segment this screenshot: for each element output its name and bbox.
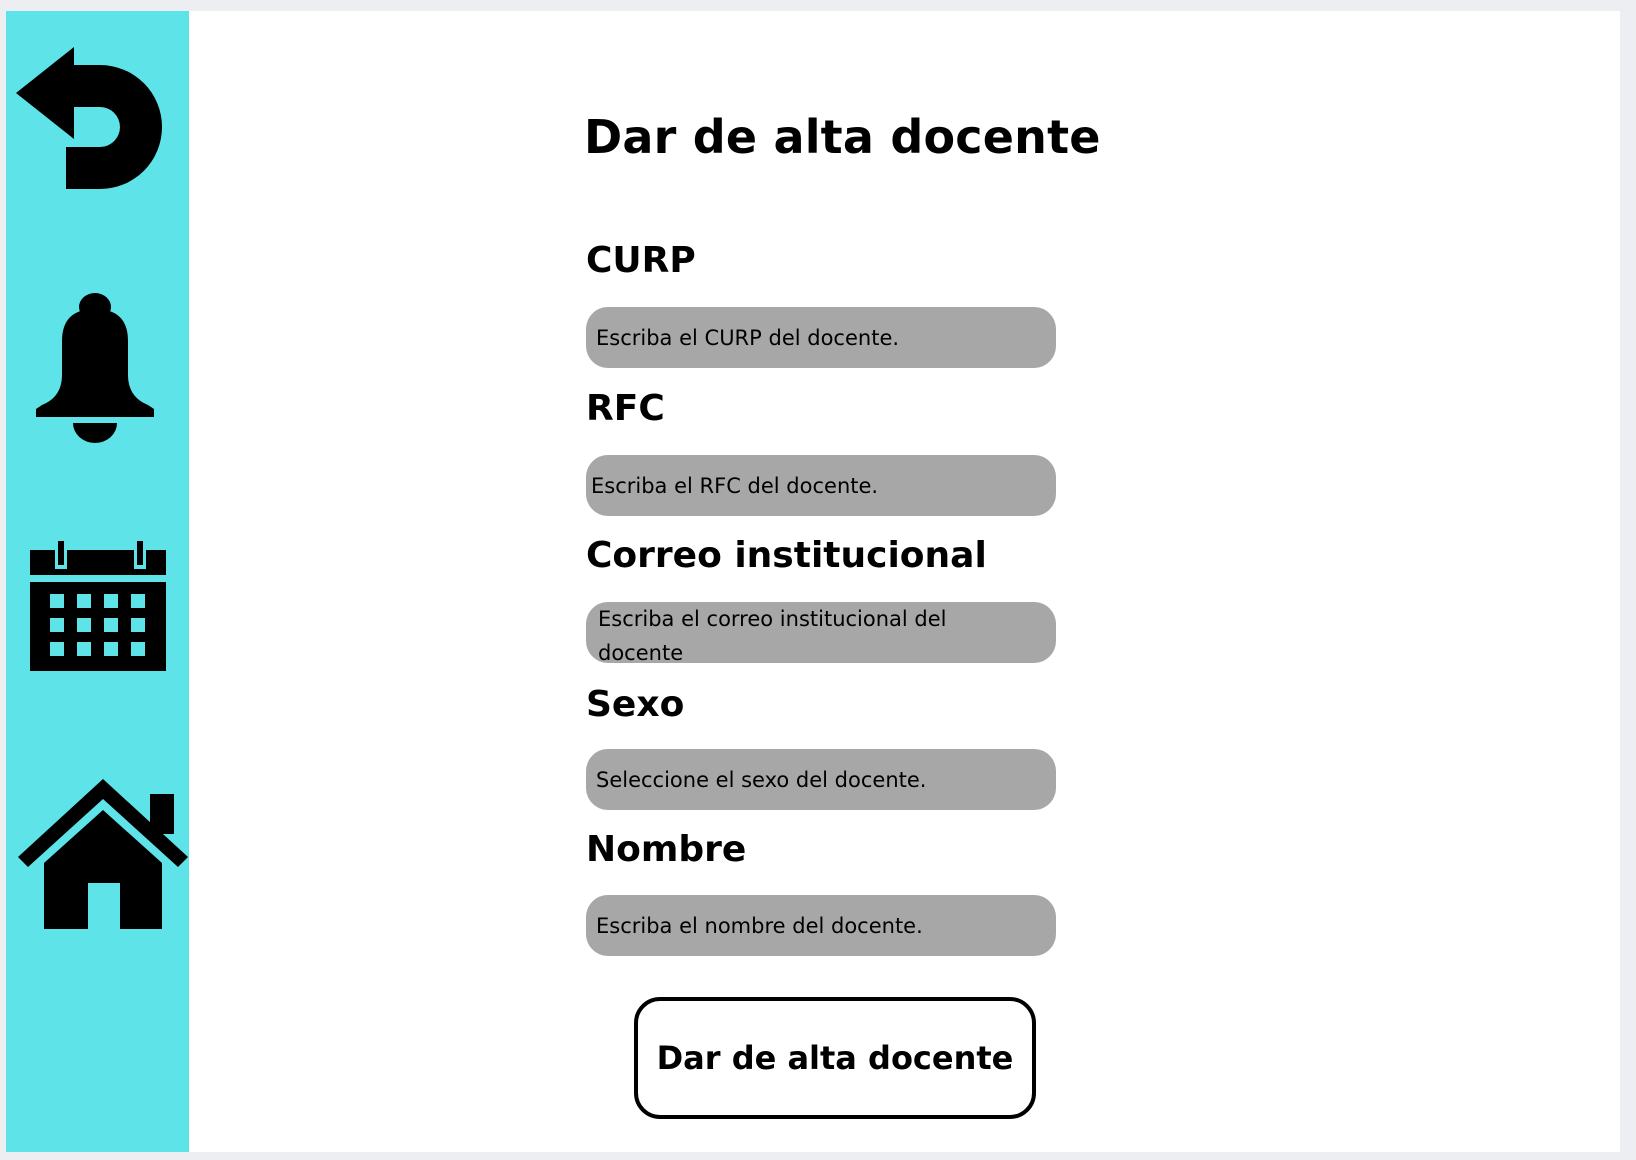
sex-select[interactable]: Seleccione el sexo del docente. bbox=[586, 749, 1056, 810]
bell-icon bbox=[36, 293, 156, 443]
rfc-field[interactable]: Escriba el RFC del docente. bbox=[586, 455, 1056, 516]
back-arrow-icon bbox=[10, 45, 190, 195]
curp-field[interactable]: Escriba el CURP del docente. bbox=[586, 307, 1056, 368]
calendar-icon bbox=[30, 539, 170, 674]
sidebar bbox=[6, 11, 189, 1152]
curp-label: CURP bbox=[586, 240, 696, 281]
home-icon bbox=[18, 779, 188, 929]
back-button[interactable] bbox=[10, 45, 190, 195]
name-label: Nombre bbox=[586, 829, 747, 870]
notifications-button[interactable] bbox=[36, 293, 156, 443]
name-field[interactable]: Escriba el nombre del docente. bbox=[586, 895, 1056, 956]
home-button[interactable] bbox=[18, 779, 188, 929]
sex-label: Sexo bbox=[586, 684, 685, 725]
page-title: Dar de alta docente bbox=[584, 110, 1101, 164]
email-label: Correo institucional bbox=[586, 535, 987, 576]
rfc-label: RFC bbox=[586, 388, 665, 429]
submit-button[interactable]: Dar de alta docente bbox=[634, 997, 1036, 1119]
email-field[interactable]: Escriba el correo institucional del doce… bbox=[586, 602, 1056, 663]
page-canvas bbox=[6, 11, 1620, 1152]
calendar-button[interactable] bbox=[30, 539, 170, 674]
